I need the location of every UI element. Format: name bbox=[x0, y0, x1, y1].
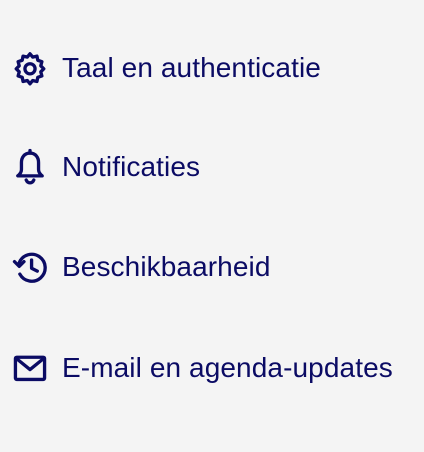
menu-item-label: Taal en authenticatie bbox=[62, 52, 321, 83]
menu-item-label: Beschikbaarheid bbox=[62, 251, 271, 282]
envelope-icon bbox=[11, 349, 49, 387]
menu-item-label: Notificaties bbox=[62, 151, 201, 182]
gear-icon bbox=[11, 49, 49, 87]
settings-menu: Taal en authenticatie Notificaties Besch… bbox=[0, 0, 424, 452]
menu-item-availability[interactable]: Beschikbaarheid bbox=[0, 239, 424, 295]
menu-item-language-authentication[interactable]: Taal en authenticatie bbox=[0, 40, 424, 96]
history-clock-icon bbox=[11, 248, 49, 286]
bell-icon bbox=[11, 148, 49, 186]
menu-item-label: E-mail en agenda-updates bbox=[62, 352, 393, 383]
menu-item-email-calendar-updates[interactable]: E-mail en agenda-updates bbox=[0, 340, 424, 396]
menu-item-notifications[interactable]: Notificaties bbox=[0, 139, 424, 195]
